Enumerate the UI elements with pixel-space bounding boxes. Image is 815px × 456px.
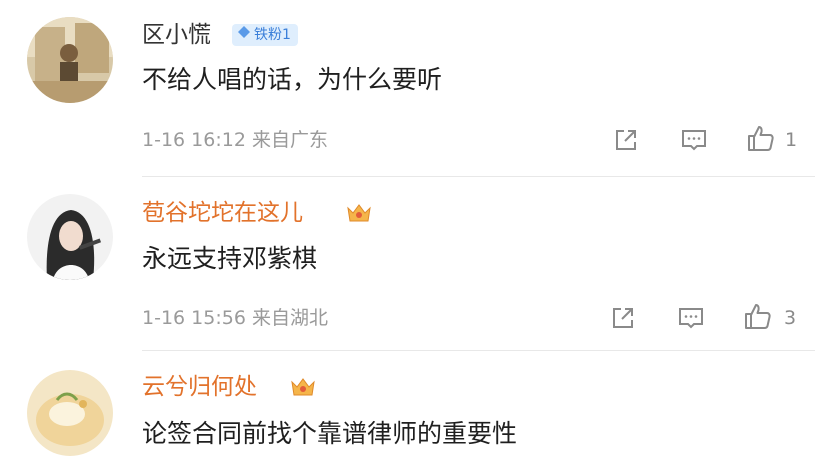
divider: [142, 176, 815, 177]
commenter-name[interactable]: 苞谷坨坨在这儿: [142, 198, 303, 228]
like-count: 3: [784, 307, 797, 329]
comment-icon: [679, 308, 703, 329]
share-icon: [616, 130, 636, 150]
comment-text: 永远支持邓紫棋: [142, 244, 318, 273]
like-icon: [745, 304, 771, 329]
share-button[interactable]: [611, 125, 641, 155]
comment-meta: 1-16 15:56 来自湖北: [142, 307, 328, 329]
like-icon: [748, 126, 774, 151]
commenter-name[interactable]: 区小慌: [142, 20, 211, 50]
comment-button[interactable]: [676, 303, 706, 333]
like-button[interactable]: [746, 124, 776, 154]
comment-item: 苞谷坨坨在这儿 永远支持邓紫棋 1-16 15:56 来自湖北 3: [0, 180, 815, 356]
diamond-icon: [237, 24, 251, 46]
comment-button[interactable]: [679, 125, 709, 155]
like-count: 1: [785, 129, 798, 151]
share-icon: [613, 308, 633, 328]
comment-item: 区小慌 铁粉1 不给人唱的话，为什么要听 1-16 16:12 来自广东 1: [0, 0, 815, 180]
divider: [142, 350, 815, 351]
fan-badge-label: 铁粉1: [254, 27, 291, 43]
comment-text: 论签合同前找个靠谱律师的重要性: [142, 419, 518, 448]
avatar[interactable]: [27, 370, 113, 456]
comment-text: 不给人唱的话，为什么要听: [142, 65, 443, 94]
comment-item: 云兮归何处 论签合同前找个靠谱律师的重要性: [0, 356, 815, 456]
comment-icon: [682, 130, 706, 151]
fan-badge[interactable]: 铁粉1: [232, 24, 298, 46]
like-button[interactable]: [743, 302, 773, 332]
comment-meta: 1-16 16:12 来自广东: [142, 129, 328, 151]
avatar[interactable]: [27, 17, 113, 103]
share-button[interactable]: [608, 303, 638, 333]
avatar[interactable]: [27, 194, 113, 280]
crown-icon[interactable]: [346, 202, 372, 224]
commenter-name[interactable]: 云兮归何处: [142, 372, 257, 402]
crown-icon[interactable]: [290, 376, 316, 398]
